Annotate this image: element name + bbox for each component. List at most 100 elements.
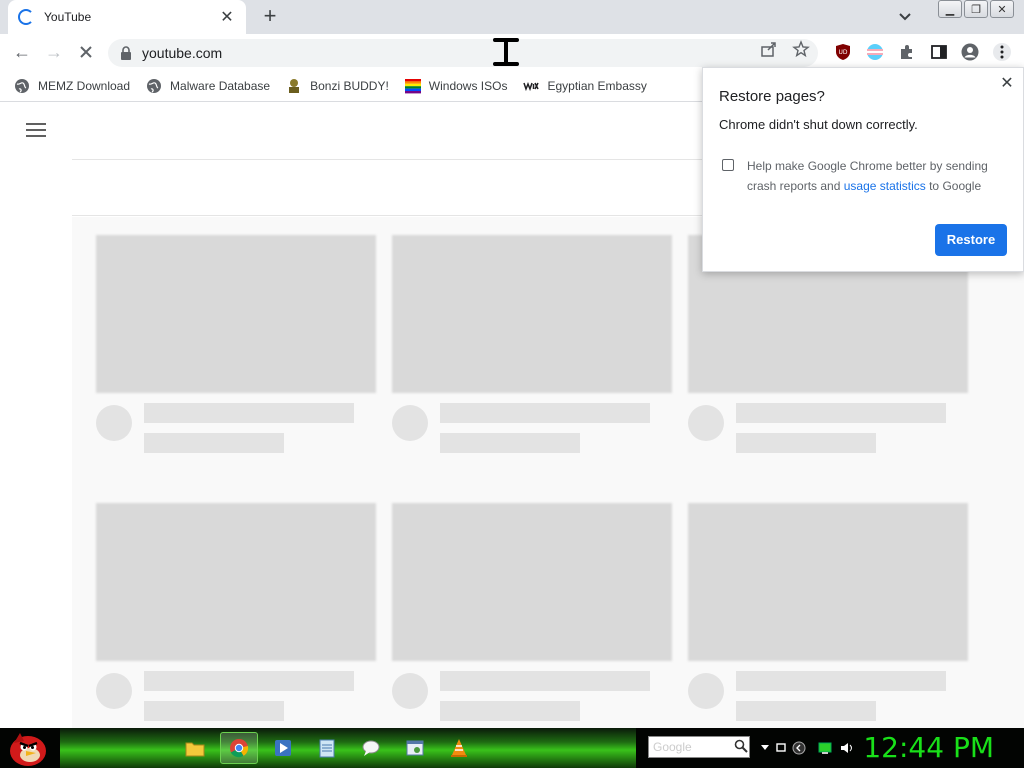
globe-icon [15, 78, 29, 93]
crash-report-help-text: Help make Google Chrome better by sendin… [747, 156, 1009, 196]
restore-pages-dialog: Restore pages? ✕ Chrome didn't shut down… [702, 67, 1024, 272]
rainbow-flag-icon [404, 78, 421, 93]
video-card-skeleton[interactable] [96, 235, 376, 453]
bookmark-star-icon[interactable] [792, 40, 810, 58]
restore-window-button[interactable]: ❐ [964, 0, 988, 18]
show-desktop-icon[interactable] [774, 741, 788, 755]
tab-title: YouTube [44, 10, 92, 24]
chevron-down-icon[interactable] [895, 6, 915, 26]
thumbnail-placeholder [392, 503, 672, 661]
close-icon[interactable]: ✕ [218, 7, 236, 27]
title-placeholder [144, 403, 354, 423]
thumbnail-placeholder [96, 235, 376, 393]
system-tray: Google 12:44 PM [640, 728, 1024, 768]
help-text-after: to Google [925, 179, 982, 193]
channel-avatar-placeholder [392, 405, 428, 441]
tray-app-icon[interactable] [792, 741, 806, 755]
globe-icon [147, 78, 162, 93]
usage-statistics-link[interactable]: usage statistics [844, 179, 926, 193]
taskbar-control-panel[interactable] [396, 732, 434, 764]
meta-placeholder [144, 433, 284, 453]
video-card-skeleton[interactable] [392, 503, 672, 721]
title-placeholder [144, 671, 354, 691]
title-placeholder [440, 403, 650, 423]
address-bar[interactable]: youtube.com [108, 39, 818, 67]
tab-youtube[interactable]: YouTube ✕ [8, 0, 246, 34]
thumbnail-placeholder [96, 503, 376, 661]
bookmark-memz-download[interactable]: MEMZ Download [14, 78, 130, 94]
wix-icon [523, 81, 540, 91]
restore-button[interactable]: Restore [935, 224, 1007, 256]
taskbar-vlc[interactable] [440, 732, 478, 764]
stop-loading-icon[interactable] [74, 40, 98, 64]
video-card-skeleton[interactable] [96, 503, 376, 721]
dialog-title: Restore pages? [719, 88, 825, 105]
taskbar-chat[interactable] [352, 732, 390, 764]
minimize-button[interactable]: ▁ [938, 0, 962, 18]
trans-flag-extension-icon[interactable] [866, 43, 884, 61]
bonzi-icon [289, 78, 300, 93]
title-placeholder [736, 403, 946, 423]
taskbar-band [60, 728, 636, 768]
back-arrow-icon[interactable]: ← [10, 40, 34, 64]
channel-avatar-placeholder [96, 673, 132, 709]
notepad-icon [319, 739, 335, 758]
tab-strip: YouTube ✕ + ▁ ❐ ✕ [0, 0, 1024, 34]
url-text: youtube.com [142, 45, 223, 61]
thumbnail-placeholder [392, 235, 672, 393]
lock-icon[interactable] [120, 46, 132, 60]
video-card-skeleton[interactable] [688, 503, 968, 721]
title-placeholder [736, 671, 946, 691]
video-card-skeleton[interactable] [392, 235, 672, 453]
chrome-icon [230, 739, 249, 758]
channel-avatar-placeholder [392, 673, 428, 709]
bookmark-label: MEMZ Download [38, 78, 131, 93]
taskbar-explorer[interactable] [176, 732, 214, 764]
taskbar-clock[interactable]: 12:44 PM [863, 731, 994, 764]
volume-speaker-icon[interactable] [840, 741, 854, 755]
new-tab-button[interactable]: + [258, 4, 282, 28]
start-button-angry-bird-icon[interactable] [6, 729, 52, 767]
window-controls: ▁ ❐ ✕ [938, 0, 1014, 18]
bookmark-bonzi-buddy[interactable]: Bonzi BUDDY! [286, 78, 389, 94]
bookmark-label: Bonzi BUDDY! [310, 78, 389, 93]
taskbar-notepad[interactable] [308, 732, 346, 764]
ublock-origin-icon[interactable]: UD [834, 43, 852, 61]
text-cursor-icon [493, 38, 519, 66]
meta-placeholder [440, 701, 580, 721]
search-icon[interactable] [734, 739, 748, 753]
speech-bubble-icon [362, 740, 380, 756]
vlc-cone-icon [451, 739, 467, 757]
dialog-message: Chrome didn't shut down correctly. [719, 117, 918, 132]
channel-avatar-placeholder [96, 405, 132, 441]
bookmark-windows-isos[interactable]: Windows ISOs [404, 78, 507, 94]
title-placeholder [440, 671, 650, 691]
forward-arrow-icon[interactable]: → [42, 40, 66, 64]
share-icon[interactable] [760, 40, 778, 58]
side-panel-icon[interactable] [930, 43, 948, 61]
thumbnail-placeholder [688, 503, 968, 661]
profile-avatar-icon[interactable] [961, 43, 979, 61]
extensions-puzzle-icon[interactable] [898, 43, 916, 61]
crash-report-checkbox[interactable] [722, 159, 734, 171]
bookmark-label: Malware Database [170, 78, 271, 93]
close-icon[interactable]: ✕ [999, 76, 1015, 92]
svg-text:UD: UD [838, 49, 847, 56]
taskbar-chrome[interactable] [220, 732, 258, 764]
bookmark-malware-database[interactable]: Malware Database [146, 78, 270, 94]
media-player-icon [275, 740, 291, 756]
bookmark-label: Egyptian Embassy [547, 78, 647, 93]
tray-expand-triangle-icon[interactable] [758, 741, 772, 755]
taskbar-media-player[interactable] [264, 732, 302, 764]
network-monitor-icon[interactable] [818, 741, 832, 755]
taskbar: Google 12:44 PM [0, 728, 1024, 768]
folder-icon [185, 742, 205, 757]
bookmark-egyptian-embassy[interactable]: Egyptian Embassy [523, 78, 647, 94]
hamburger-menu-icon[interactable] [26, 123, 46, 137]
meta-placeholder [736, 433, 876, 453]
more-menu-icon[interactable] [993, 43, 1011, 61]
meta-placeholder [144, 701, 284, 721]
meta-placeholder [736, 701, 876, 721]
close-window-button[interactable]: ✕ [990, 0, 1014, 18]
meta-placeholder [440, 433, 580, 453]
